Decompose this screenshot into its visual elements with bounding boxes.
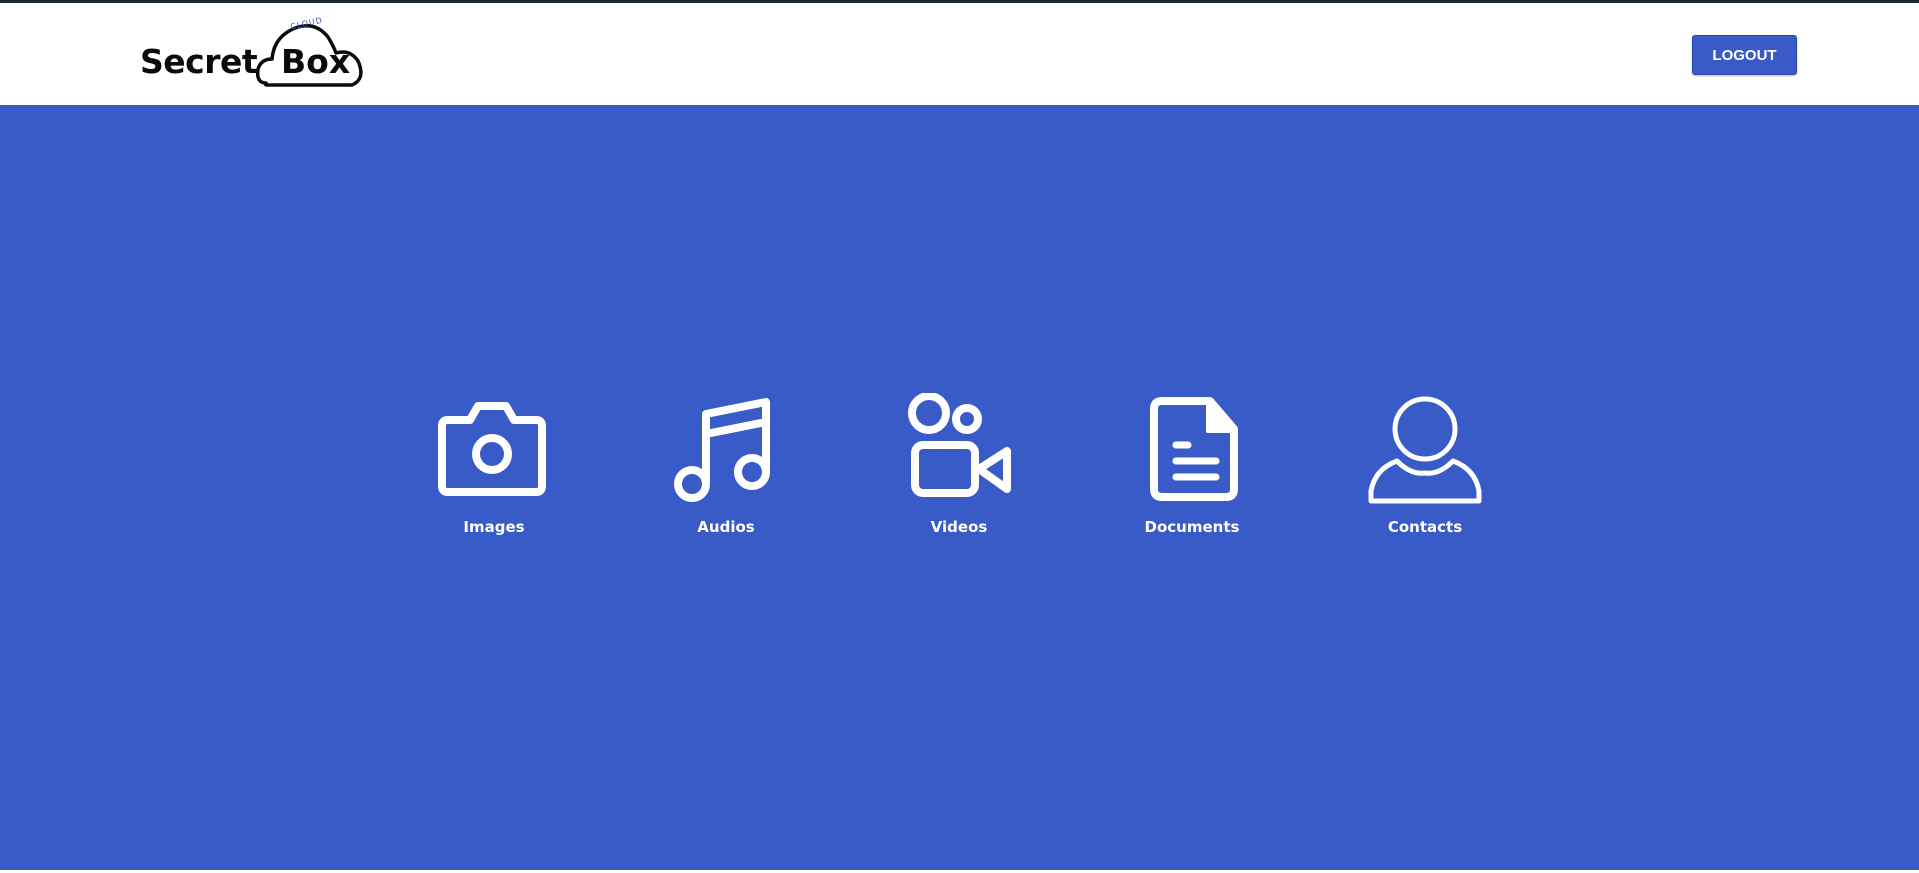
header: Secret Box CLOUD LOGOUT — [0, 3, 1919, 105]
category-label: Contacts — [1387, 518, 1463, 536]
logo-word-secret: Secret — [140, 42, 258, 81]
category-label: Documents — [1144, 518, 1240, 536]
category-documents[interactable]: Documents — [1112, 391, 1272, 551]
camera-icon — [429, 391, 559, 506]
main-area: Images Audios Videos Documents Contacts — [0, 105, 1919, 870]
logo[interactable]: Secret Box CLOUD — [138, 16, 368, 93]
video-camera-icon — [894, 391, 1024, 506]
logo-word-box: Box — [281, 42, 351, 81]
category-label: Videos — [930, 518, 988, 536]
category-label: Images — [463, 518, 525, 536]
category-images[interactable]: Images — [414, 391, 574, 551]
user-icon — [1360, 391, 1490, 506]
music-note-icon — [661, 391, 791, 506]
logout-button[interactable]: LOGOUT — [1692, 35, 1797, 75]
category-audios[interactable]: Audios — [646, 391, 806, 551]
document-icon — [1127, 391, 1257, 506]
category-videos[interactable]: Videos — [879, 391, 1039, 551]
category-contacts[interactable]: Contacts — [1345, 391, 1505, 551]
category-label: Audios — [697, 518, 755, 536]
